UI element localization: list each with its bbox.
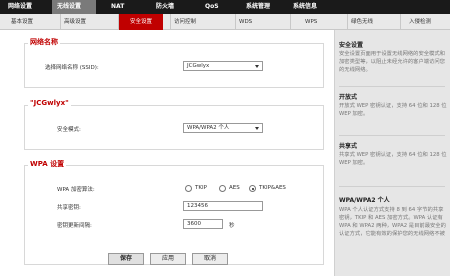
main-content: 网络名称 选择网络名称 (SSID): JCGwlyx "JCGwlyx" 安全…: [18, 30, 334, 276]
ssid-select-value: JCGwlyx: [187, 63, 210, 69]
security-mode-select[interactable]: WPA/WPA2 个人: [183, 123, 263, 133]
sub-tab-green-wireless[interactable]: 绿色无线: [347, 14, 397, 30]
radio-aes[interactable]: [219, 185, 226, 192]
radio-tkip-aes-label: TKIP&AES: [259, 185, 286, 191]
security-mode-label: 安全模式:: [57, 127, 81, 133]
network-name-title: 网络名称: [28, 37, 60, 47]
chevron-down-icon: [255, 127, 259, 130]
top-tab-firewall[interactable]: 防火墙: [156, 0, 174, 14]
radio-aes-label: AES: [229, 185, 240, 191]
wpa-settings-panel: WPA 设置 WPA 加密算法: TKIP AES TKIP&AES 共享密钥:…: [24, 159, 324, 265]
help-security-text: 安全设置页面用于设置无线网络的安全模式和加密类型等，以阻止未经允许的客户端访问您…: [339, 51, 445, 73]
sub-tab-advanced[interactable]: 高级设置: [60, 14, 108, 30]
radio-tkip-label: TKIP: [195, 185, 207, 191]
top-tab-system-admin[interactable]: 系统管理: [246, 0, 270, 14]
shared-key-input[interactable]: 123456: [183, 201, 263, 211]
chevron-down-icon: [255, 65, 259, 68]
help-divider: [339, 186, 445, 187]
top-tab-qos[interactable]: QoS: [205, 0, 219, 14]
network-name-panel: 网络名称 选择网络名称 (SSID): JCGwlyx: [24, 37, 324, 88]
sub-tab-intrusion-detect[interactable]: 入侵检测: [400, 14, 450, 30]
ssid-select-label: 选择网络名称 (SSID):: [45, 65, 99, 71]
shared-key-label: 共享密钥:: [57, 205, 81, 211]
wpa-settings-title: WPA 设置: [28, 159, 67, 169]
apply-button[interactable]: 应用: [150, 253, 186, 265]
help-shared-title: 共享式: [339, 143, 358, 150]
help-divider: [339, 86, 445, 87]
wpa-algo-label: WPA 加密算法:: [57, 187, 95, 193]
key-interval-label: 密钥更新间隔:: [57, 223, 92, 229]
radio-tkip-aes[interactable]: [249, 185, 256, 192]
top-tab-wireless[interactable]: 无线设置: [52, 0, 96, 14]
help-wpa-title: WPA/WPA2 个人: [339, 197, 390, 204]
help-wpa-text: WPA 个人认证方式支持 8 到 64 字节的共享密钥，TKIP 和 AES 加…: [339, 207, 446, 237]
sub-tab-access-control[interactable]: 访问控制: [170, 14, 226, 30]
sub-nav: 基本设置 高级设置 安全设置 访问控制 WDS WPS 绿色无线 入侵检测: [0, 14, 450, 30]
top-tab-system-info[interactable]: 系统信息: [293, 0, 317, 14]
help-open-title: 开放式: [339, 94, 358, 101]
top-tab-network[interactable]: 网络设置: [8, 0, 32, 14]
sub-tab-wds[interactable]: WDS: [235, 14, 285, 30]
help-security-title: 安全设置: [339, 42, 364, 49]
key-interval-unit: 秒: [229, 223, 235, 229]
radio-tkip[interactable]: [185, 185, 192, 192]
help-divider: [339, 135, 445, 136]
top-tab-nat[interactable]: NAT: [111, 0, 124, 14]
security-mode-value: WPA/WPA2 个人: [187, 125, 230, 131]
help-open-text: 开放式 WEP 密钥认证，支持 64 位和 128 位 WEP 加密。: [339, 103, 447, 117]
save-button[interactable]: 保存: [108, 253, 144, 265]
ssid-select[interactable]: JCGwlyx: [183, 61, 263, 71]
ssid-security-panel: "JCGwlyx" 安全模式: WPA/WPA2 个人: [24, 99, 324, 150]
sub-tab-basic[interactable]: 基本设置: [8, 14, 52, 30]
top-nav: 网络设置 无线设置 NAT 防火墙 QoS 系统管理 系统信息: [0, 0, 450, 14]
sub-tab-security[interactable]: 安全设置: [118, 14, 163, 30]
ssid-security-title: "JCGwlyx": [28, 99, 71, 107]
key-interval-input[interactable]: 3600: [183, 219, 223, 229]
help-shared-text: 共享式 WEP 密钥认证，支持 64 位和 128 位 WEP 加密。: [339, 152, 447, 166]
sub-tab-wps[interactable]: WPS: [290, 14, 340, 30]
cancel-button[interactable]: 取消: [192, 253, 228, 265]
help-sidebar: 安全设置 安全设置页面用于设置无线网络的安全模式和加密类型等，以阻止未经允许的客…: [334, 30, 450, 276]
